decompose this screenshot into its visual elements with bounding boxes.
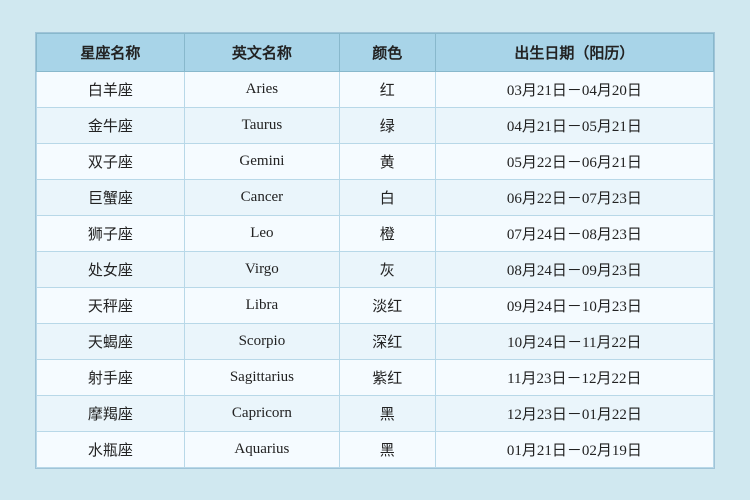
zodiac-table-container: 星座名称 英文名称 颜色 出生日期（阳历） 白羊座Aries红03月21日－04… [35,32,715,469]
cell-chinese-name: 双子座 [37,143,185,179]
cell-color: 灰 [339,251,435,287]
cell-english-name: Aquarius [184,431,339,467]
cell-chinese-name: 天秤座 [37,287,185,323]
table-body: 白羊座Aries红03月21日－04月20日金牛座Taurus绿04月21日－0… [37,71,714,467]
cell-english-name: Gemini [184,143,339,179]
cell-chinese-name: 处女座 [37,251,185,287]
cell-chinese-name: 狮子座 [37,215,185,251]
cell-color: 绿 [339,107,435,143]
table-row: 处女座Virgo灰08月24日－09月23日 [37,251,714,287]
cell-chinese-name: 巨蟹座 [37,179,185,215]
table-row: 双子座Gemini黄05月22日－06月21日 [37,143,714,179]
cell-english-name: Libra [184,287,339,323]
table-row: 狮子座Leo橙07月24日－08月23日 [37,215,714,251]
header-color: 颜色 [339,33,435,71]
table-row: 白羊座Aries红03月21日－04月20日 [37,71,714,107]
table-header-row: 星座名称 英文名称 颜色 出生日期（阳历） [37,33,714,71]
cell-color: 紫红 [339,359,435,395]
cell-english-name: Virgo [184,251,339,287]
table-row: 水瓶座Aquarius黑01月21日－02月19日 [37,431,714,467]
cell-chinese-name: 摩羯座 [37,395,185,431]
cell-english-name: Leo [184,215,339,251]
table-row: 天秤座Libra淡红09月24日－10月23日 [37,287,714,323]
cell-english-name: Cancer [184,179,339,215]
cell-color: 深红 [339,323,435,359]
cell-dates: 11月23日－12月22日 [435,359,713,395]
cell-chinese-name: 白羊座 [37,71,185,107]
cell-chinese-name: 水瓶座 [37,431,185,467]
header-english-name: 英文名称 [184,33,339,71]
cell-dates: 03月21日－04月20日 [435,71,713,107]
cell-dates: 04月21日－05月21日 [435,107,713,143]
cell-english-name: Taurus [184,107,339,143]
zodiac-table: 星座名称 英文名称 颜色 出生日期（阳历） 白羊座Aries红03月21日－04… [36,33,714,468]
table-row: 巨蟹座Cancer白06月22日－07月23日 [37,179,714,215]
table-row: 金牛座Taurus绿04月21日－05月21日 [37,107,714,143]
cell-chinese-name: 射手座 [37,359,185,395]
cell-english-name: Sagittarius [184,359,339,395]
cell-color: 白 [339,179,435,215]
cell-color: 红 [339,71,435,107]
cell-dates: 08月24日－09月23日 [435,251,713,287]
cell-chinese-name: 金牛座 [37,107,185,143]
cell-color: 黑 [339,395,435,431]
cell-color: 黑 [339,431,435,467]
cell-dates: 09月24日－10月23日 [435,287,713,323]
cell-color: 橙 [339,215,435,251]
cell-english-name: Scorpio [184,323,339,359]
table-row: 射手座Sagittarius紫红11月23日－12月22日 [37,359,714,395]
cell-color: 黄 [339,143,435,179]
table-row: 摩羯座Capricorn黑12月23日－01月22日 [37,395,714,431]
table-row: 天蝎座Scorpio深红10月24日－11月22日 [37,323,714,359]
header-chinese-name: 星座名称 [37,33,185,71]
header-dates: 出生日期（阳历） [435,33,713,71]
cell-english-name: Capricorn [184,395,339,431]
cell-dates: 06月22日－07月23日 [435,179,713,215]
cell-dates: 01月21日－02月19日 [435,431,713,467]
cell-english-name: Aries [184,71,339,107]
cell-dates: 07月24日－08月23日 [435,215,713,251]
cell-color: 淡红 [339,287,435,323]
cell-chinese-name: 天蝎座 [37,323,185,359]
cell-dates: 10月24日－11月22日 [435,323,713,359]
cell-dates: 12月23日－01月22日 [435,395,713,431]
cell-dates: 05月22日－06月21日 [435,143,713,179]
